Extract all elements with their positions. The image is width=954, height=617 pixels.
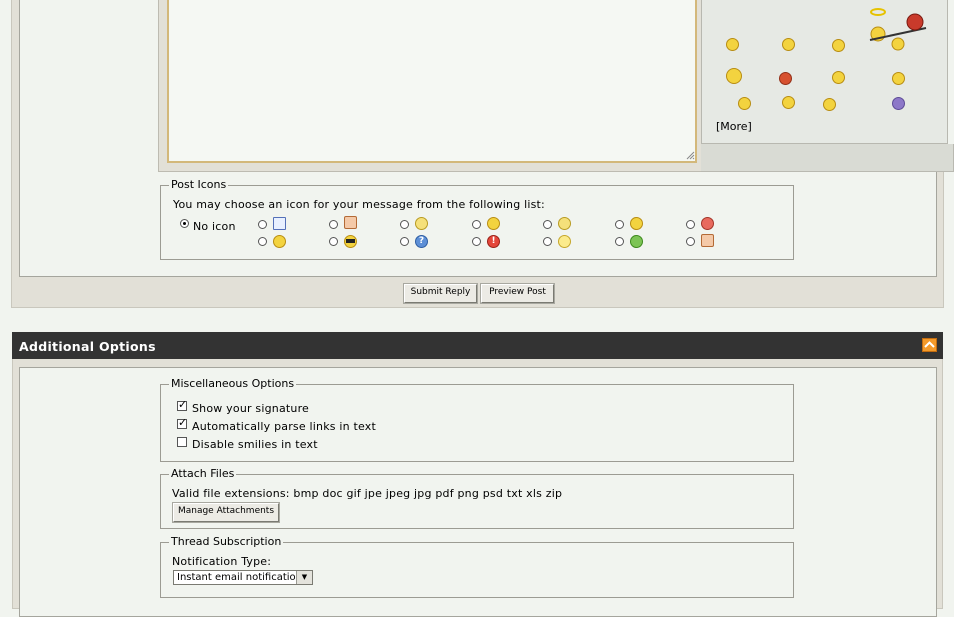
collapse-icon[interactable] [922, 338, 937, 352]
misc-options-legend: Miscellaneous Options [169, 377, 297, 390]
preview-post-button[interactable]: Preview Post [481, 284, 554, 303]
post-icon-radio[interactable] [615, 220, 624, 229]
message-textarea[interactable] [167, 0, 697, 163]
confused-smilie-icon[interactable] [892, 72, 905, 85]
tilted-smilie-icon[interactable] [823, 98, 836, 111]
angel-devil-seesaw-smilie-icon[interactable] [866, 6, 932, 56]
angry-face-icon [701, 217, 714, 230]
thumbs-up-icon [701, 234, 714, 247]
document-icon [273, 217, 286, 230]
post-icon-radio[interactable] [258, 237, 267, 246]
disable-smilies-checkbox[interactable] [177, 437, 187, 447]
notification-type-label: Notification Type: [172, 555, 272, 568]
additional-options-title: Additional Options [19, 339, 156, 354]
reading-smilie-icon[interactable] [738, 97, 751, 110]
shocked-face-icon [558, 217, 571, 230]
waving-smilie-icon[interactable] [726, 38, 739, 51]
sleepy-smilie-icon[interactable] [782, 96, 795, 109]
traffic-light-smilie-icon[interactable] [779, 72, 792, 85]
exclamation-icon: ! [487, 235, 500, 248]
mad-face-icon [415, 217, 428, 230]
question-icon: ? [415, 235, 428, 248]
sad-purple-smilie-icon[interactable] [892, 97, 905, 110]
show-signature-checkbox[interactable] [177, 398, 187, 411]
post-icons-instruction: You may choose an icon for your message … [173, 198, 545, 211]
post-icon-radio[interactable] [543, 237, 552, 246]
thread-subscription-legend: Thread Subscription [169, 535, 284, 548]
post-icon-radio[interactable] [329, 220, 338, 229]
parse-links-label: Automatically parse links in text [192, 420, 377, 433]
disable-smilies-label: Disable smilies in text [192, 438, 318, 451]
no-icon-radio[interactable] [180, 219, 189, 228]
valid-extensions-text: Valid file extensions: bmp doc gif jpe j… [172, 487, 563, 500]
grin-smilie-icon[interactable] [832, 39, 845, 52]
arrow-icon [630, 235, 643, 248]
neutral-smilie-icon[interactable] [782, 38, 795, 51]
notification-type-value: Instant email notification [177, 572, 302, 583]
post-icon-radio[interactable] [329, 237, 338, 246]
show-signature-label: Show your signature [192, 402, 310, 415]
post-icons-legend: Post Icons [169, 178, 229, 191]
notification-type-select[interactable]: Instant email notification ▼ [173, 570, 313, 585]
attach-files-legend: Attach Files [169, 467, 237, 480]
surprised-face-icon [630, 217, 643, 230]
post-icon-radio[interactable] [686, 220, 695, 229]
post-icon-radio[interactable] [400, 220, 409, 229]
no-icon-label: No icon [193, 220, 236, 233]
post-icon-radio[interactable] [472, 237, 481, 246]
smilie-panel-shadow [701, 144, 954, 172]
chevron-down-icon[interactable]: ▼ [296, 571, 312, 584]
more-smilies-link[interactable]: [More] [716, 120, 752, 133]
post-icon-radio[interactable] [615, 237, 624, 246]
manage-attachments-button[interactable]: Manage Attachments [173, 503, 279, 522]
resize-grip-icon[interactable] [685, 150, 695, 160]
post-icon-radio[interactable] [686, 237, 695, 246]
cool-face-icon [344, 235, 357, 248]
post-icon-radio[interactable] [400, 237, 409, 246]
lightbulb-icon [558, 235, 571, 248]
thumbs-down-icon [344, 216, 357, 229]
post-icon-radio[interactable] [258, 220, 267, 229]
parse-links-checkbox[interactable] [177, 416, 187, 429]
post-icon-radio[interactable] [472, 220, 481, 229]
tongue-smilie-icon[interactable] [832, 71, 845, 84]
submit-reply-button[interactable]: Submit Reply [404, 284, 477, 303]
wink-face-icon [273, 235, 286, 248]
smile-face-icon [487, 217, 500, 230]
trophy-smilie-icon[interactable] [726, 68, 742, 84]
additional-options-header[interactable]: Additional Options [12, 332, 943, 359]
post-icon-radio[interactable] [543, 220, 552, 229]
